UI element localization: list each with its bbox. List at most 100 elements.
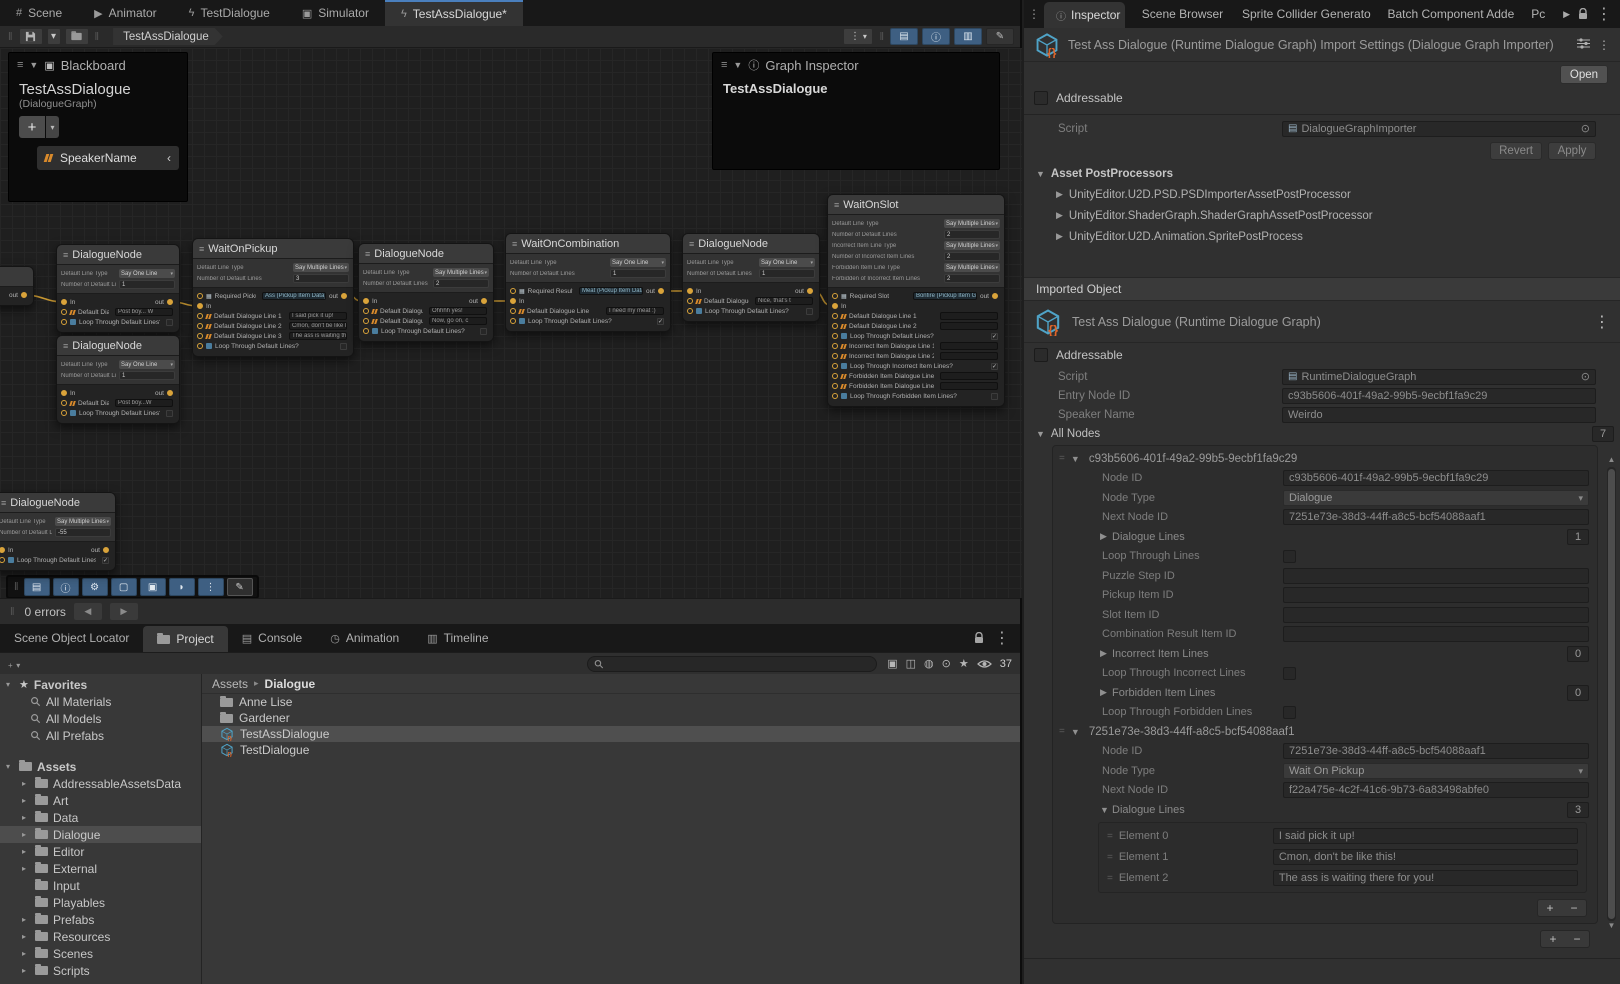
node-number-field[interactable]: 2 (944, 252, 1000, 261)
project-file-row[interactable]: {} TestAssDialogue (202, 726, 1020, 742)
node-dropdown[interactable]: Say Multiple Lines▾ (944, 241, 1000, 250)
add-node-button[interactable]: + (1541, 931, 1565, 947)
asset-postprocessors-foldout[interactable]: ▼ Asset PostProcessors (1024, 164, 1620, 184)
tab-scene-object-locator[interactable]: Scene Object Locator (0, 624, 143, 652)
text-field[interactable]: 7251e73e-38d3-44ff-a8c5-bcf54088aaf1 (1283, 743, 1589, 759)
output-port[interactable] (481, 298, 487, 304)
more-button[interactable]: ⋮ (198, 578, 224, 596)
checkbox[interactable] (1283, 667, 1296, 680)
input-port[interactable] (61, 400, 67, 406)
node-number-field[interactable]: 2 (944, 274, 1000, 283)
drag-handle-icon[interactable]: = (1059, 726, 1065, 737)
node-title-bar[interactable]: ≡DialogueNode (359, 244, 493, 264)
output-port[interactable] (658, 288, 664, 294)
array-size-field[interactable]: 0 (1567, 685, 1589, 701)
output-port[interactable] (992, 293, 998, 299)
line-text-field[interactable] (940, 342, 998, 350)
line-text-field[interactable]: The ass is waiting there for y (289, 332, 347, 340)
drag-handle-icon[interactable]: ≡ (17, 59, 23, 71)
scroll-up-arrow[interactable]: ▲ (1608, 455, 1616, 467)
search-input[interactable] (608, 658, 870, 670)
entry-node-id-field[interactable]: c93b5606-401f-49a2-99b5-9ecbf1fa9c29 (1282, 388, 1596, 404)
open-asset-button[interactable] (65, 28, 89, 45)
tree-folder-row[interactable]: ▸ External (0, 860, 201, 877)
input-port[interactable] (832, 313, 838, 319)
input-port[interactable] (832, 393, 838, 399)
foldout-arrow-icon[interactable]: ▸ (22, 847, 30, 856)
blackboard-panel[interactable]: ≡ ▼ ▣ Blackboard TestAssDialogue (Dialog… (8, 52, 188, 202)
loop-checkbox[interactable] (480, 328, 487, 335)
graph-node-start[interactable]: ≡StartNodeSpeakerNameout (0, 266, 34, 306)
text-field[interactable] (1283, 568, 1589, 584)
project-file-row[interactable]: {} Anne Lise (202, 694, 1020, 710)
input-port[interactable] (197, 293, 203, 299)
graph-node-combo[interactable]: ≡WaitOnCombinationDefault Line TypeSay O… (505, 233, 671, 332)
node-number-field[interactable]: 1 (119, 371, 175, 380)
input-port[interactable] (0, 557, 5, 563)
array-size-field[interactable]: 3 (1567, 802, 1589, 818)
output-port[interactable] (103, 547, 109, 553)
inspector-tab[interactable]: ⓘ Inspector (1044, 2, 1125, 28)
node-title-bar[interactable]: ≡DialogueNode (57, 336, 179, 356)
scrollbar-thumb[interactable] (1608, 469, 1615, 919)
addressable-checkbox[interactable] (1034, 91, 1048, 105)
inspector-tab[interactable]: Scene Browser (1125, 0, 1225, 28)
output-port[interactable] (21, 292, 27, 298)
node-guid-header[interactable]: =▼7251e73e-38d3-44ff-a8c5-bcf54088aaf1 (1053, 722, 1597, 742)
foldout-arrow-icon[interactable]: ▸ (22, 949, 30, 958)
drag-handle-icon[interactable]: = (1107, 852, 1113, 863)
drag-handle-icon[interactable]: = (1107, 873, 1113, 884)
input-port[interactable] (832, 303, 838, 309)
loop-checkbox[interactable]: ✓ (102, 557, 109, 564)
tree-folder-row[interactable]: ▸ Data (0, 809, 201, 826)
node-type-dropdown[interactable]: Dialogue▾ (1283, 490, 1589, 506)
input-port[interactable] (687, 288, 693, 294)
input-port[interactable] (510, 308, 516, 314)
output-port[interactable] (341, 293, 347, 299)
transition-button[interactable]: ◗ (169, 578, 195, 596)
input-port[interactable] (363, 298, 369, 304)
output-port[interactable] (167, 299, 173, 305)
graph-options-button[interactable]: ⋮ ▾ (843, 28, 873, 45)
inspector-scrollbar[interactable]: ▲ ▼ (1606, 455, 1617, 933)
toolbar-handle[interactable]: ‖ (14, 581, 19, 593)
object-picker-icon[interactable]: ⊙ (1581, 370, 1590, 384)
node-dropdown[interactable]: Say One Line▾ (759, 258, 815, 267)
tab-testassdialogue[interactable]: ϟTestAssDialogue* (385, 0, 523, 26)
node-number-field[interactable]: -55 (55, 528, 111, 537)
loop-checkbox[interactable] (166, 319, 173, 326)
loop-checkbox[interactable] (806, 308, 813, 315)
window-button[interactable]: ▢ (111, 578, 137, 596)
remove-node-button[interactable]: − (1565, 931, 1589, 947)
node-dropdown[interactable]: Say One Line▾ (610, 258, 666, 267)
toolbar-handle[interactable]: ‖ (8, 31, 13, 43)
foldout-arrow-icon[interactable]: ▸ (22, 779, 30, 788)
project-file-row[interactable]: {} Gardener (202, 710, 1020, 726)
foldout-arrow-icon[interactable]: ▸ (22, 932, 30, 941)
tab-scene[interactable]: #Scene (0, 0, 78, 26)
element-text-field[interactable]: Cmon, don't be like this! (1273, 849, 1578, 865)
foldout-row[interactable]: ▶Incorrect Item Lines0 (1053, 644, 1597, 664)
tree-folder-row[interactable]: Playables (0, 894, 201, 911)
lock-icon[interactable] (1578, 8, 1588, 20)
scrollbar-track[interactable] (1607, 467, 1616, 921)
expander-icon[interactable]: ‹ (167, 151, 171, 165)
assets-root[interactable]: ▾ Assets (0, 758, 201, 775)
apply-button[interactable]: Apply (1548, 142, 1596, 160)
foldout-arrow-icon[interactable]: ▾ (6, 680, 14, 689)
edit-button[interactable]: ✎ (227, 578, 253, 596)
input-port[interactable] (197, 323, 203, 329)
pane-menu-icon[interactable]: ⋮ (1024, 7, 1044, 21)
input-port[interactable] (832, 343, 838, 349)
line-text-field[interactable]: Nice, that's t (755, 297, 813, 305)
node-dropdown[interactable]: Say Multiple Lines▾ (944, 219, 1000, 228)
tab-animator[interactable]: ▶Animator (78, 0, 173, 26)
foldout-arrow-icon[interactable]: ▸ (22, 813, 30, 822)
input-port[interactable] (687, 298, 693, 304)
all-nodes-row[interactable]: ▼ All Nodes 7 (1024, 424, 1620, 443)
output-port[interactable] (807, 288, 813, 294)
postprocessor-row[interactable]: ▶ UnityEditor.U2D.Animation.SpritePostPr… (1024, 226, 1620, 247)
tab-console[interactable]: ▤Console (228, 624, 316, 652)
input-port[interactable] (510, 288, 516, 294)
node-title-bar[interactable]: ≡StartNode (0, 267, 33, 287)
